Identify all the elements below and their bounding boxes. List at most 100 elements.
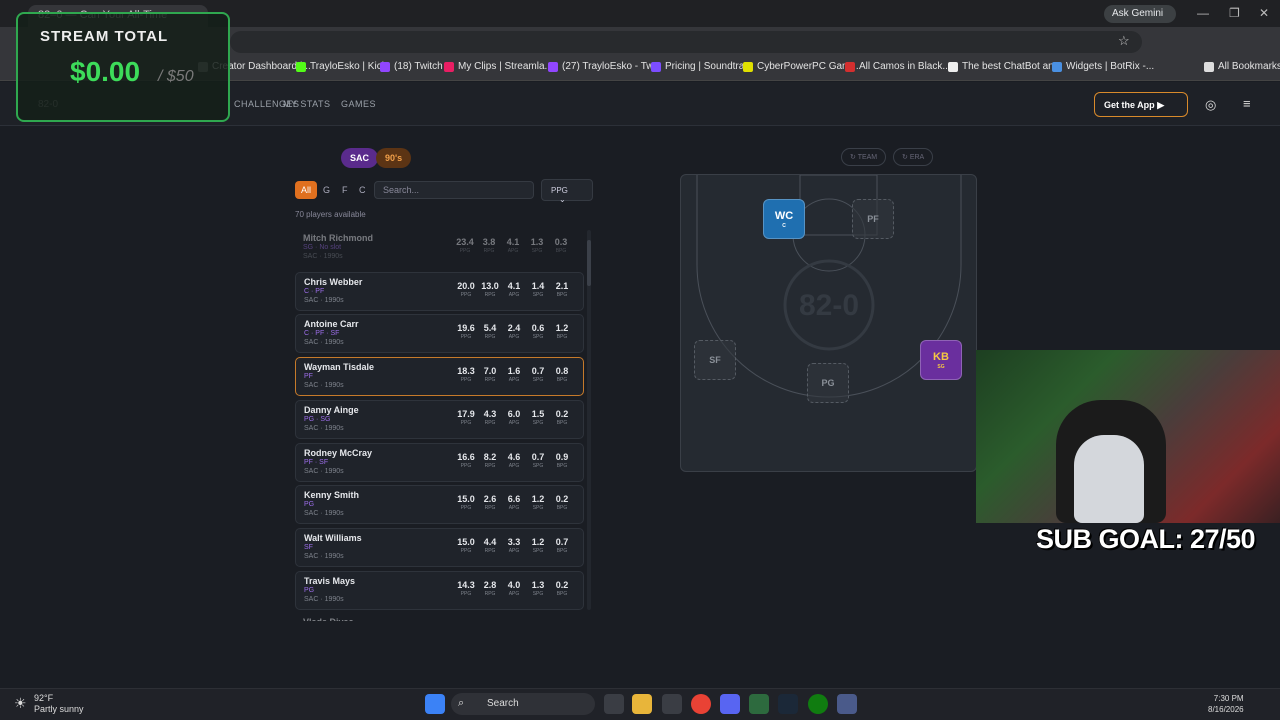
- player-card[interactable]: Danny Ainge PG · SG SAC · 1990s 17.9 PPG 4.3 R…: [295, 399, 584, 439]
- maximize-icon[interactable]: ❐: [1229, 6, 1240, 20]
- stat-ppg: 23.4 PPG: [453, 237, 477, 254]
- team-chip[interactable]: SAC: [341, 148, 379, 168]
- stat-value: 14.3: [457, 579, 475, 590]
- scrollbar-thumb[interactable]: [587, 240, 591, 286]
- chrome-icon[interactable]: [691, 694, 711, 714]
- stat-rpg: 2.6 RPG: [478, 494, 502, 511]
- bookmark-item[interactable]: The best ChatBot an...: [948, 61, 1062, 72]
- player-card[interactable]: Kenny Smith PG SAC · 1990s 15.0 PPG 2.6 RPG 6.6…: [295, 485, 584, 525]
- stat-apg: 3.3 APG: [502, 537, 526, 554]
- taskbar-search[interactable]: Search: [451, 693, 595, 715]
- bookmark-item[interactable]: (18) Twitch: [380, 61, 443, 72]
- stat-ppg: 15.0 PPG: [454, 494, 478, 511]
- xbox-icon[interactable]: [808, 694, 828, 714]
- globe-icon[interactable]: ◎: [1205, 97, 1216, 113]
- stat-bpg: 0.9 BPG: [550, 452, 574, 469]
- bookmark-item[interactable]: TrayloEsko | Kick: [296, 61, 387, 72]
- stat-value: 0.3: [554, 237, 568, 247]
- player-list-scrollbar[interactable]: [587, 230, 591, 610]
- stat-label: RPG: [484, 334, 496, 341]
- bookmark-item[interactable]: (27) TrayloEsko - Tw...: [548, 61, 661, 72]
- steam-icon[interactable]: [778, 694, 798, 714]
- bookmark-label: My Clips | Streamla...: [458, 61, 553, 72]
- get-the-app-button[interactable]: Get the App ▶: [1094, 92, 1188, 117]
- minimize-icon[interactable]: —: [1197, 6, 1209, 20]
- bookmark-item[interactable]: All Bookmarks: [1204, 61, 1280, 72]
- court-slot-wc[interactable]: WC C: [763, 199, 805, 239]
- file-explorer-icon[interactable]: [632, 694, 652, 714]
- nav-games[interactable]: GAMES: [341, 99, 376, 109]
- player-name: Danny Ainge: [304, 404, 359, 415]
- discord-icon[interactable]: [720, 694, 740, 714]
- stat-value: 0.7: [531, 451, 545, 462]
- filter-forward[interactable]: F: [336, 181, 354, 199]
- player-position: C · PF · SF: [304, 330, 340, 338]
- bookmark-item[interactable]: CyberPowerPC Gam...: [743, 61, 859, 72]
- stat-label: BPG: [555, 248, 567, 254]
- stat-value: 19.6: [457, 323, 475, 334]
- bookmark-item[interactable]: My Clips | Streamla...: [444, 61, 553, 72]
- player-card[interactable]: Walt Williams SF SAC · 1990s 15.0 PPG 4.4 RPG 3…: [295, 527, 584, 567]
- bookmark-icon: [948, 61, 958, 72]
- weather-widget[interactable]: 92°F Partly sunny: [34, 693, 84, 715]
- court-slot-sf[interactable]: SF: [694, 340, 736, 380]
- player-team: SAC · 1990s: [304, 552, 344, 560]
- stat-label: PPG: [460, 377, 472, 384]
- stat-ppg: 20.0 PPG: [454, 281, 478, 298]
- stream-total-label: STREAM TOTAL: [40, 28, 169, 45]
- star-icon[interactable]: ☆: [1118, 33, 1130, 49]
- filter-guard[interactable]: G: [317, 181, 336, 199]
- filter-all[interactable]: All: [295, 181, 318, 199]
- players-available: 70 players available: [295, 210, 366, 219]
- bookmark-item[interactable]: Pricing | Soundtrap: [651, 61, 750, 72]
- player-card[interactable]: Chris Webber C · PF SAC · 1990s 20.0 PPG 13.0…: [295, 271, 584, 311]
- ask-gemini-button[interactable]: Ask Gemini: [1104, 5, 1176, 23]
- player-card[interactable]: Vlade Divac: [295, 613, 584, 621]
- weather-desc: Partly sunny: [34, 704, 84, 714]
- stat-ppg: 17.9 PPG: [454, 409, 478, 426]
- court-slot-pg[interactable]: PG: [807, 363, 849, 403]
- stat-value: 0.7: [531, 366, 545, 377]
- close-icon[interactable]: ✕: [1259, 6, 1269, 20]
- player-team: SAC · 1990s: [304, 510, 344, 518]
- stat-value: 6.6: [507, 494, 521, 505]
- start-icon[interactable]: [425, 694, 445, 714]
- stat-label: SPG: [531, 248, 543, 254]
- app-icon[interactable]: [837, 694, 857, 714]
- court-slot-kb[interactable]: KB SG: [920, 340, 962, 380]
- store-icon[interactable]: [662, 694, 682, 714]
- bookmark-item[interactable]: All Camos in Black...: [845, 61, 951, 72]
- court-slot-pf[interactable]: PF: [852, 199, 894, 239]
- player-card[interactable]: Antoine Carr C · PF · SF SAC · 1990s 19.6 PP…: [295, 314, 584, 354]
- stat-rpg: 2.8 RPG: [478, 580, 502, 597]
- nav-my-stats[interactable]: MY STATS: [283, 99, 331, 109]
- bookmark-icon: [651, 61, 661, 72]
- menu-icon[interactable]: ≡: [1243, 96, 1251, 111]
- stat-label: APG: [508, 547, 520, 554]
- system-clock[interactable]: 7:30 PM 8/16/2026: [1208, 693, 1244, 715]
- player-position: SF: [304, 543, 313, 551]
- stat-value: 4.1: [507, 280, 521, 291]
- stat-value: 0.2: [555, 408, 569, 419]
- stat-label: SPG: [532, 377, 544, 384]
- bookmark-item[interactable]: Widgets | BotRix -...: [1052, 61, 1154, 72]
- stat-label: SPG: [532, 334, 544, 341]
- player-position: PF · SF: [304, 458, 329, 466]
- stat-value: 0.2: [555, 579, 569, 590]
- player-card[interactable]: Mitch Richmond SG · No slot SAC · 1990s 23.…: [295, 229, 584, 268]
- player-search-input[interactable]: Search...: [374, 181, 534, 199]
- stat-label: RPG: [484, 419, 496, 426]
- era-filter-button[interactable]: ↻ ERA: [893, 148, 934, 166]
- stat-label: PPG: [460, 291, 472, 298]
- filter-center[interactable]: C: [353, 181, 372, 199]
- player-card[interactable]: Travis Mays PG SAC · 1990s 14.3 PPG 2.8 RPG 4.0…: [295, 570, 584, 610]
- task-view-icon[interactable]: [604, 694, 624, 714]
- nvidia-icon[interactable]: [749, 694, 769, 714]
- stat-bpg: 0.2 BPG: [550, 580, 574, 597]
- player-card[interactable]: Rodney McCray PF · SF SAC · 1990s 16.6 PPG 8.…: [295, 442, 584, 482]
- sort-select[interactable]: PPG ⌄: [541, 179, 593, 204]
- team-filter-button[interactable]: ↻ TEAM: [841, 148, 887, 166]
- era-chip[interactable]: 90's: [376, 148, 412, 168]
- player-card[interactable]: Wayman Tisdale PF SAC · 1990s 18.3 PPG 7.0 RPG…: [295, 357, 584, 397]
- address-bar[interactable]: [230, 31, 1142, 53]
